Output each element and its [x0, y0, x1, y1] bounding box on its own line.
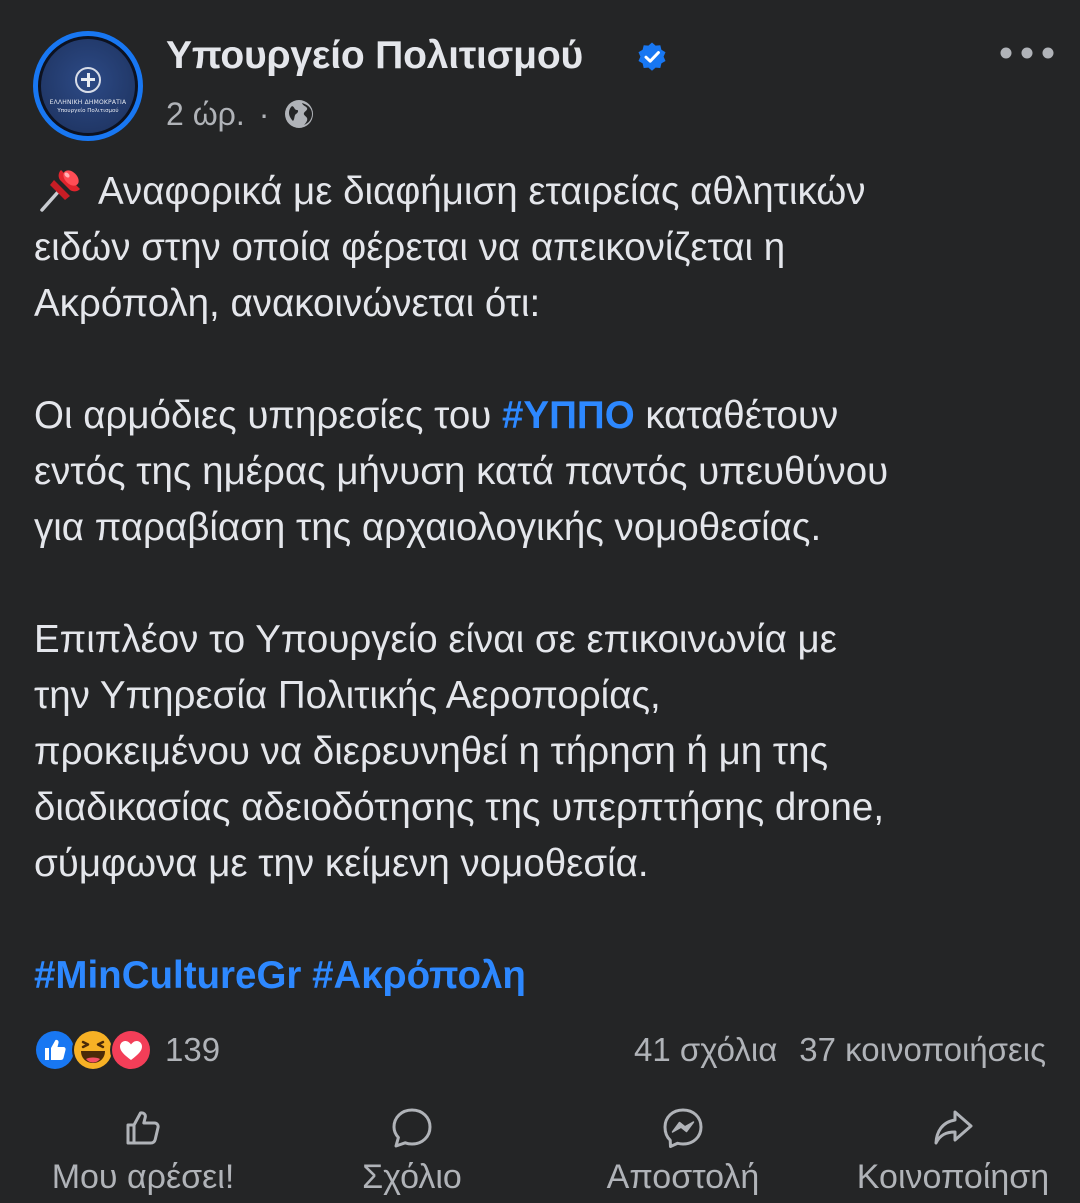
reactions-summary[interactable]: 139: [33, 1027, 220, 1073]
greek-emblem-icon: [75, 67, 101, 93]
reaction-count: 139: [165, 1031, 221, 1068]
send-label: Αποστολή: [606, 1158, 760, 1196]
text-line: την Υπηρεσία Πολιτικής Αεροπορίας,: [34, 674, 661, 717]
share-button[interactable]: Κοινοποίηση: [846, 1106, 1060, 1197]
comment-bubble-icon: [392, 1108, 432, 1148]
thumbs-up-icon: [126, 1111, 160, 1145]
hashtag-link-yppo[interactable]: #ΥΠΠΟ: [502, 394, 635, 437]
facebook-post: ΕΛΛΗΝΙΚΗ ΔΗΜΟΚΡΑΤΙΑ Υπουργείο Πολιτισμού…: [0, 0, 1080, 1203]
post-timestamp[interactable]: 2 ώρ.: [166, 96, 245, 133]
share-label: Κοινοποίηση: [856, 1158, 1050, 1196]
paragraph-2: Οι αρμόδιες υπηρεσίες του #ΥΠΠΟ καταθέτο…: [34, 388, 1064, 556]
text-line: διαδικασίας αδειοδότησης της υπερπτήσης …: [34, 786, 885, 829]
text-line: Οι αρμόδιες υπηρεσίες του #ΥΠΠΟ καταθέτο…: [34, 388, 1064, 444]
messenger-icon: [663, 1108, 703, 1148]
hashtag-link-minculturegr[interactable]: #MinCultureGr: [34, 954, 301, 997]
logo-text-line2: Υπουργείο Πολιτισμού: [57, 108, 119, 114]
post-body: Αναφορικά με διαφήμιση εταιρείας αθλητικ…: [34, 162, 1064, 1004]
text-line-content: Αναφορικά με διαφήμιση εταιρείας αθλητικ…: [98, 170, 866, 213]
hashtag-link-akropoli[interactable]: #Ακρόπολη: [312, 954, 526, 997]
paragraph-3: Επιπλέον το Υπουργείο είναι σε επικοινων…: [34, 612, 1064, 892]
verified-badge-icon: [638, 42, 666, 71]
text-line: Ακρόπολη, ανακοινώνεται ότι:: [34, 282, 541, 325]
pushpin-icon: [40, 170, 80, 212]
love-reaction-icon: [110, 1029, 152, 1071]
paragraph-1: Αναφορικά με διαφήμιση εταιρείας αθλητικ…: [34, 162, 1064, 332]
globe-icon: [285, 100, 314, 128]
text-line: Αναφορικά με διαφήμιση εταιρείας αθλητικ…: [34, 162, 1064, 220]
text-line: για παραβίαση της αρχαιολογικής νομοθεσί…: [34, 506, 822, 549]
meta-separator: ·: [258, 95, 270, 132]
like-button[interactable]: Μου αρέσει!: [40, 1106, 246, 1197]
text-segment: Οι αρμόδιες υπηρεσίες του: [34, 394, 502, 437]
comment-label: Σχόλιο: [362, 1158, 462, 1196]
post-meta: 2 ώρ. ·: [166, 92, 315, 136]
text-line: προκειμένου να διερευνηθεί η τήρηση ή μη…: [34, 730, 829, 773]
logo-text-line1: ΕΛΛΗΝΙΚΗ ΔΗΜΟΚΡΑΤΙΑ: [49, 99, 127, 106]
comments-count-link[interactable]: 41 σχόλια: [634, 1031, 777, 1069]
engagement-stats: 41 σχόλια 37 κοινοποιήσεις: [634, 1027, 1046, 1073]
text-segment: καταθέτουν: [634, 394, 839, 437]
ministry-logo: ΕΛΛΗΝΙΚΗ ΔΗΜΟΚΡΑΤΙΑ Υπουργείο Πολιτισμού: [38, 36, 138, 136]
text-line: Επιπλέον το Υπουργείο είναι σε επικοινων…: [34, 618, 837, 661]
page-avatar[interactable]: ΕΛΛΗΝΙΚΗ ΔΗΜΟΚΡΑΤΙΑ Υπουργείο Πολιτισμού: [33, 31, 143, 141]
send-button[interactable]: Αποστολή: [596, 1106, 770, 1197]
text-line: σύμφωνα με την κείμενη νομοθεσία.: [34, 842, 649, 885]
shares-count-link[interactable]: 37 κοινοποιήσεις: [799, 1031, 1046, 1069]
like-label: Μου αρέσει!: [51, 1158, 235, 1196]
more-options-icon[interactable]: [996, 36, 1058, 70]
action-bar: Μου αρέσει! Σχόλιο Αποστολή Κοινοποίηση: [0, 1106, 1080, 1203]
page-name[interactable]: Υπουργείο Πολιτισμού: [166, 34, 583, 78]
comment-button[interactable]: Σχόλιο: [350, 1106, 474, 1197]
share-arrow-icon: [934, 1110, 973, 1145]
hashtags: #MinCultureGr #Ακρόπολη: [34, 948, 1064, 1004]
text-line: εντός της ημέρας μήνυση κατά παντός υπευ…: [34, 450, 889, 493]
text-line: ειδών στην οποία φέρεται να απεικονίζετα…: [34, 226, 786, 269]
hashtag-line: #MinCultureGr #Ακρόπολη: [34, 948, 1064, 1004]
